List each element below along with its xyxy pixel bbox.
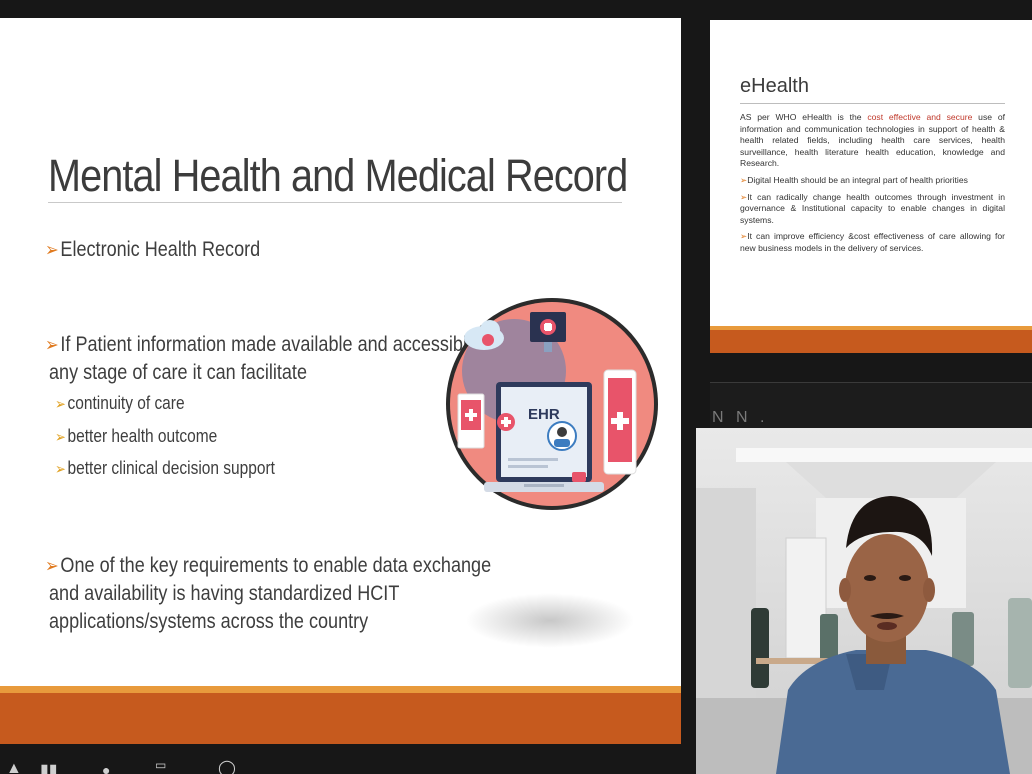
faded-slide-label: N N . xyxy=(712,409,769,426)
title-divider xyxy=(740,103,1005,104)
video-lecture-screen: Mental Health and Medical Record ➢Electr… xyxy=(0,0,1032,774)
bullet-text: applications/systems across the country xyxy=(49,610,369,633)
side-slide-title: eHealth xyxy=(740,75,809,97)
bullet-text: If Patient information made available an… xyxy=(60,333,498,356)
bullet-ehr: ➢Electronic Health Record xyxy=(45,235,260,265)
illustration-shadow xyxy=(465,593,635,648)
bullet-patient-info: ➢If Patient information made available a… xyxy=(45,330,497,360)
bullet-hcit-cont: and availability is having standardized … xyxy=(49,579,399,608)
side-point-text: It can improve efficiency &cost effectiv… xyxy=(740,231,1005,253)
sub-bullet-text: better health outcome xyxy=(67,426,218,446)
bullet-hcit-cont: applications/systems across the country xyxy=(49,607,368,636)
highlighter-icon[interactable]: ● xyxy=(102,762,110,774)
arrow-bullet-icon: ➢ xyxy=(55,461,66,478)
title-divider xyxy=(48,202,622,203)
presenter-video xyxy=(696,428,1032,774)
side-point: ➢It can radically change health outcomes… xyxy=(740,192,1005,227)
sub-bullet: ➢continuity of care xyxy=(55,393,185,414)
sub-bullet-text: better clinical decision support xyxy=(67,458,275,478)
side-point: ➢Digital Health should be an integral pa… xyxy=(740,175,1005,187)
side-point: ➢It can improve efficiency &cost effecti… xyxy=(740,231,1005,254)
next-slide-thumbnail[interactable]: eHealth AS per WHO eHealth is the cost e… xyxy=(710,20,1032,353)
zoom-icon[interactable]: ◯ xyxy=(218,758,236,774)
arrow-bullet-icon: ➢ xyxy=(45,240,59,261)
slide-title: Mental Health and Medical Record xyxy=(48,150,628,201)
cloud-icon xyxy=(464,320,504,350)
main-slide: Mental Health and Medical Record ➢Electr… xyxy=(0,18,681,744)
who-definition: AS per WHO eHealth is the cost effective… xyxy=(740,112,1005,170)
ehr-label: EHR xyxy=(528,406,560,423)
bullet-text: and availability is having standardized … xyxy=(49,582,400,605)
bullet-text: Electronic Health Record xyxy=(60,238,261,261)
subtitles-icon[interactable]: ▭ xyxy=(155,758,166,772)
sub-bullet: ➢better clinical decision support xyxy=(55,458,275,479)
laptop-icon xyxy=(484,382,604,492)
side-point-text: Digital Health should be an integral par… xyxy=(747,174,968,185)
side-slide-body: AS per WHO eHealth is the cost effective… xyxy=(740,112,1005,255)
bullet-text: any stage of care it can facilitate xyxy=(49,361,307,384)
arrow-bullet-icon: ➢ xyxy=(55,429,66,446)
bullet-hcit: ➢One of the key requirements to enable d… xyxy=(45,551,491,581)
slide-footer-bar xyxy=(0,686,681,744)
presenter-webcam xyxy=(696,428,1032,774)
arrow-bullet-icon: ➢ xyxy=(45,335,59,356)
definition-text: AS per WHO eHealth is the xyxy=(740,112,868,122)
side-point-text: It can radically change health outcomes … xyxy=(740,191,1005,225)
pause-icon[interactable]: ▮▮ xyxy=(40,760,58,774)
arrow-bullet-icon: ➢ xyxy=(55,396,66,413)
slide-footer-bar xyxy=(710,326,1032,353)
bullet-text: One of the key requirements to enable da… xyxy=(60,554,492,577)
sub-bullet: ➢better health outcome xyxy=(55,426,217,447)
tablet-icon xyxy=(603,369,637,475)
bullet-patient-info-cont: any stage of care it can facilitate xyxy=(49,358,307,387)
sub-bullet-text: continuity of care xyxy=(67,393,185,413)
bottom-toolbar: ▲ ▮▮ ● ▭ ◯ xyxy=(0,756,696,774)
definition-highlight: cost effective and secure xyxy=(867,112,973,122)
ehr-illustration: EHR xyxy=(446,298,658,510)
pen-tool-icon[interactable]: ▲ xyxy=(6,760,22,774)
arrow-bullet-icon: ➢ xyxy=(45,556,59,577)
tablet-icon xyxy=(457,393,485,449)
